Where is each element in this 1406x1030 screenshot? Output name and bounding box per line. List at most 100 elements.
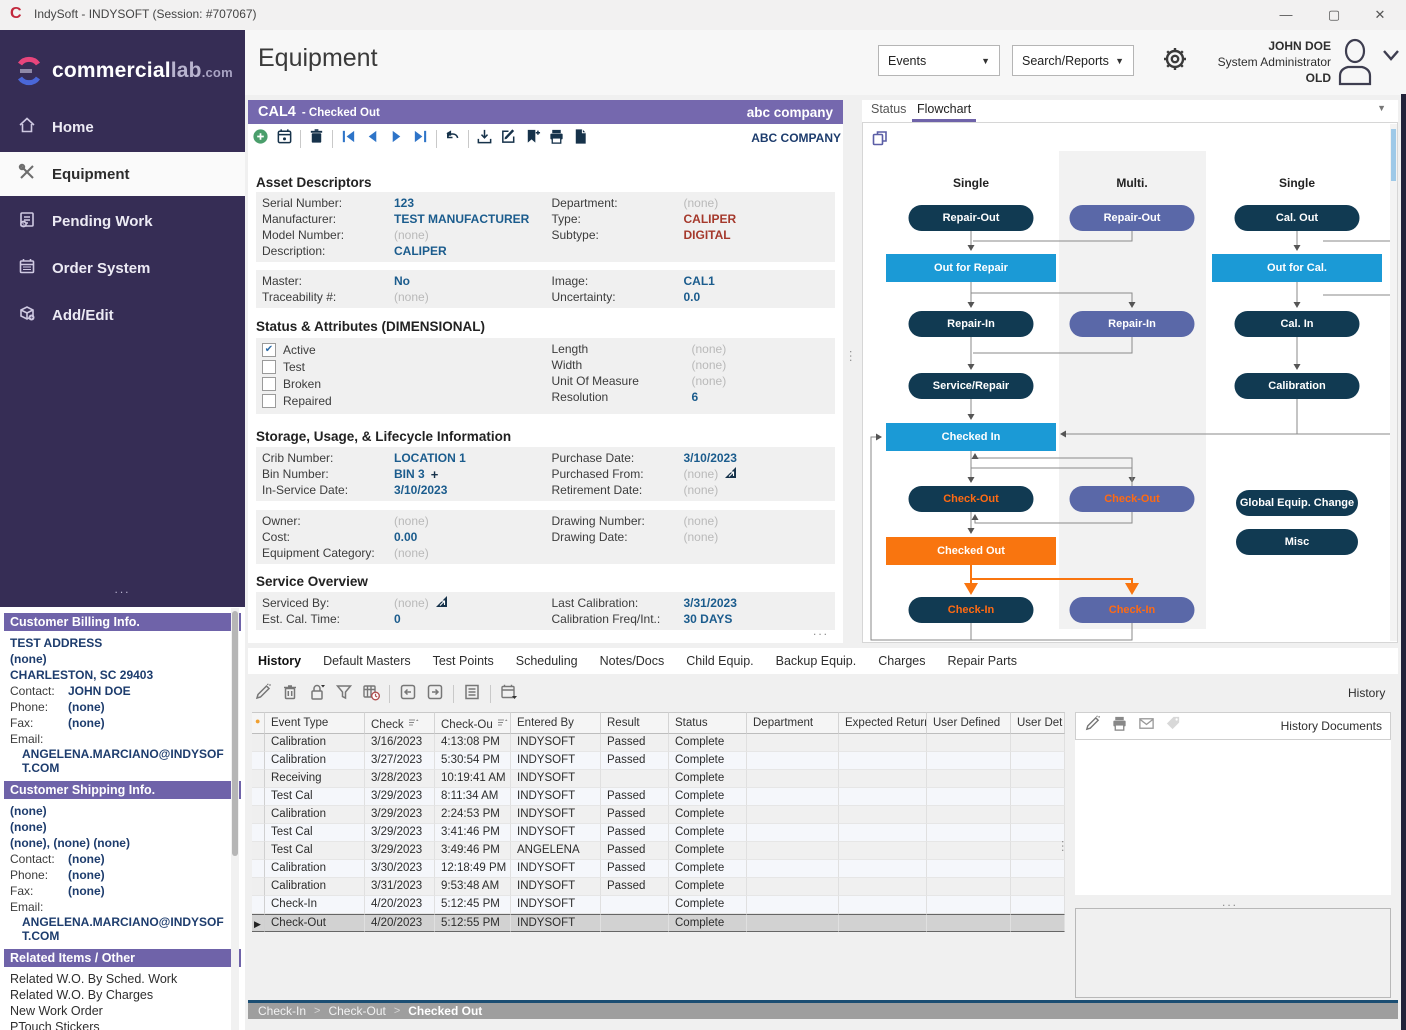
tab-scheduling[interactable]: Scheduling xyxy=(516,654,578,668)
pending-work-icon[interactable]: $ xyxy=(18,210,36,228)
tab-charges[interactable]: Charges xyxy=(878,654,925,668)
row-selector[interactable] xyxy=(252,788,265,806)
tab-history[interactable]: History xyxy=(258,654,301,668)
breadcrumb-checked-out[interactable]: Checked Out xyxy=(408,1004,482,1018)
print-icon[interactable] xyxy=(1111,715,1128,737)
lock-icon[interactable] xyxy=(308,683,326,706)
undo-icon[interactable] xyxy=(444,128,461,145)
move-left-icon[interactable] xyxy=(399,683,417,701)
tab-status[interactable]: Status xyxy=(871,102,906,116)
checkbox-repaired[interactable]: Repaired xyxy=(256,392,546,409)
flow-node-repair-out[interactable]: Repair-Out xyxy=(909,205,1034,231)
event-calendar-icon[interactable] xyxy=(276,128,293,150)
sort-icon[interactable] xyxy=(408,717,419,728)
column-header-check-ou[interactable]: Check-Ou xyxy=(435,712,511,734)
checkbox-test[interactable]: Test xyxy=(256,358,546,375)
flow-node-out-for-repair[interactable]: Out for Repair xyxy=(886,254,1056,282)
flow-node-out-for-cal-[interactable]: Out for Cal. xyxy=(1212,254,1382,282)
column-header-entered-by[interactable]: Entered By xyxy=(511,712,601,734)
move-right-icon[interactable] xyxy=(426,683,444,701)
billing-email[interactable]: ANGELENA.MARCIANO@INDYSOFT.COM xyxy=(0,747,237,775)
flowchart-scrollbar-thumb[interactable] xyxy=(1391,129,1396,181)
maximize-button[interactable]: ▢ xyxy=(1312,0,1356,30)
move-left-icon[interactable] xyxy=(399,683,417,706)
schedule-remove-icon[interactable] xyxy=(362,683,380,701)
breadcrumb-check-out[interactable]: Check-Out xyxy=(328,1004,385,1018)
sidebar-overflow-handle[interactable]: ... xyxy=(0,582,245,596)
event-calendar-icon[interactable] xyxy=(276,128,293,145)
flow-node-checked-in[interactable]: Checked In xyxy=(886,423,1056,451)
delete-icon[interactable] xyxy=(281,683,299,706)
document-icon[interactable] xyxy=(572,128,589,145)
flow-node-misc[interactable]: Misc xyxy=(1236,529,1358,555)
edit-note-icon[interactable] xyxy=(500,128,517,145)
checkbox-broken[interactable]: Broken xyxy=(256,375,546,392)
flow-node-cal-in[interactable]: Cal. In xyxy=(1235,311,1360,337)
document-icon[interactable] xyxy=(572,128,589,150)
table-row[interactable]: Test Cal3/29/20233:49:46 PMANGELENAPasse… xyxy=(252,842,1065,860)
info-panel-scrollbar-thumb[interactable] xyxy=(232,611,238,856)
quick-edit-icon[interactable] xyxy=(254,683,272,701)
flow-node-repair-in[interactable]: Repair-In xyxy=(1070,311,1195,337)
column-header-expected-returr[interactable]: Expected Returr xyxy=(839,712,927,734)
print-icon[interactable] xyxy=(548,128,565,145)
filter-icon[interactable] xyxy=(335,683,353,701)
equipment-overflow-handle[interactable]: ... xyxy=(813,624,829,638)
list-icon[interactable] xyxy=(463,683,481,701)
nav-prev-icon[interactable] xyxy=(364,128,381,145)
download-icon[interactable] xyxy=(476,128,493,150)
column-header-user-det[interactable]: User Det xyxy=(1011,712,1065,734)
checkbox-active[interactable]: ✔Active xyxy=(256,341,546,358)
flow-node-check-out[interactable]: Check-Out xyxy=(909,486,1034,512)
flow-node-cal-out[interactable]: Cal. Out xyxy=(1235,205,1360,231)
nav-last-icon[interactable] xyxy=(412,128,429,150)
table-row[interactable]: Calibration3/16/20234:13:08 PMINDYSOFTPa… xyxy=(252,734,1065,752)
order-calendar-icon[interactable] xyxy=(18,257,36,275)
external-link-icon[interactable] xyxy=(725,467,736,481)
table-row[interactable]: Test Cal3/29/20233:41:46 PMINDYSOFTPasse… xyxy=(252,824,1065,842)
table-row[interactable]: Calibration3/27/20235:30:54 PMINDYSOFTPa… xyxy=(252,752,1065,770)
column-header-department[interactable]: Department xyxy=(747,712,839,734)
nav-next-icon[interactable] xyxy=(388,128,405,145)
nav-last-icon[interactable] xyxy=(412,128,429,145)
filter-icon[interactable] xyxy=(335,683,353,706)
external-link-icon[interactable] xyxy=(436,596,447,610)
flow-node-repair-out[interactable]: Repair-Out xyxy=(1070,205,1195,231)
trash-icon[interactable] xyxy=(308,128,325,145)
add-bin-icon[interactable]: + xyxy=(431,467,439,482)
avatar[interactable] xyxy=(1332,36,1378,91)
shipping-email[interactable]: ANGELENA.MARCIANO@INDYSOFT.COM xyxy=(0,915,237,943)
flow-node-check-in[interactable]: Check-In xyxy=(909,597,1034,623)
events-dropdown[interactable]: Events▼ xyxy=(878,45,1000,76)
tab-test-points[interactable]: Test Points xyxy=(433,654,494,668)
trash-icon[interactable] xyxy=(308,128,325,150)
tab-flowchart[interactable]: Flowchart xyxy=(917,102,971,116)
table-row[interactable]: ▶Check-Out4/20/20235:12:55 PMINDYSOFTCom… xyxy=(252,914,1065,932)
download-icon[interactable] xyxy=(476,128,493,145)
tab-child-equip-[interactable]: Child Equip. xyxy=(686,654,753,668)
column-header-status[interactable]: Status xyxy=(669,712,747,734)
table-row[interactable]: Receiving3/28/202310:19:41 AMINDYSOFTCom… xyxy=(252,770,1065,788)
quick-edit-icon[interactable] xyxy=(254,683,272,706)
bookmark-add-icon[interactable] xyxy=(524,128,541,145)
minimize-button[interactable]: — xyxy=(1264,0,1308,30)
checkbox-icon[interactable]: ✔ xyxy=(262,343,276,357)
user-menu-chevron-icon[interactable] xyxy=(1382,48,1400,66)
related-link[interactable]: PTouch Stickers xyxy=(0,1019,245,1030)
table-row[interactable]: Calibration3/31/20239:53:48 AMINDYSOFTPa… xyxy=(252,878,1065,896)
calendar-menu-icon[interactable] xyxy=(500,683,518,701)
breadcrumb-check-in[interactable]: Check-In xyxy=(258,1004,306,1018)
row-selector-header[interactable]: ● xyxy=(252,712,265,734)
flow-node-repair-in[interactable]: Repair-In xyxy=(909,311,1034,337)
edit-note-icon[interactable] xyxy=(500,128,517,150)
settings-gear-icon[interactable] xyxy=(1158,42,1192,81)
nav-first-icon[interactable] xyxy=(340,128,357,145)
flow-node-global-equip-change[interactable]: Global Equip. Change xyxy=(1236,490,1358,516)
mail-icon[interactable] xyxy=(1138,715,1155,732)
row-selector[interactable] xyxy=(252,806,265,824)
search-reports-dropdown[interactable]: Search/Reports▼ xyxy=(1012,45,1134,76)
tab-default-masters[interactable]: Default Masters xyxy=(323,654,411,668)
quick-edit-icon[interactable] xyxy=(1084,715,1101,732)
flow-node-check-in[interactable]: Check-In xyxy=(1070,597,1195,623)
row-selector[interactable] xyxy=(252,896,265,914)
